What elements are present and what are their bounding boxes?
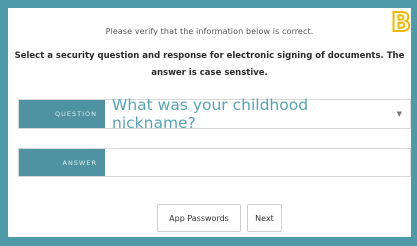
next-button[interactable]: Next bbox=[247, 204, 282, 232]
security-question-select[interactable]: What was your childhood nickname? ▼ bbox=[105, 96, 410, 132]
dropdown-caret-icon: ▼ bbox=[396, 110, 402, 118]
answer-row: ANSWER bbox=[18, 148, 411, 177]
selected-question: What was your childhood nickname? bbox=[112, 96, 309, 132]
security-question-row: QUESTION What was your childhood nicknam… bbox=[18, 96, 411, 132]
brand-logo: B bbox=[390, 7, 412, 35]
answer-input[interactable] bbox=[105, 149, 410, 176]
app-passwords-button[interactable]: App Passwords bbox=[157, 204, 241, 232]
brand-letter: B bbox=[391, 8, 411, 35]
intro-text: Please verify that the information below… bbox=[105, 27, 314, 36]
answer-label: ANSWER bbox=[19, 149, 105, 176]
question-label: QUESTION bbox=[19, 100, 105, 128]
instructions-text: Select a security question and response … bbox=[14, 51, 405, 78]
